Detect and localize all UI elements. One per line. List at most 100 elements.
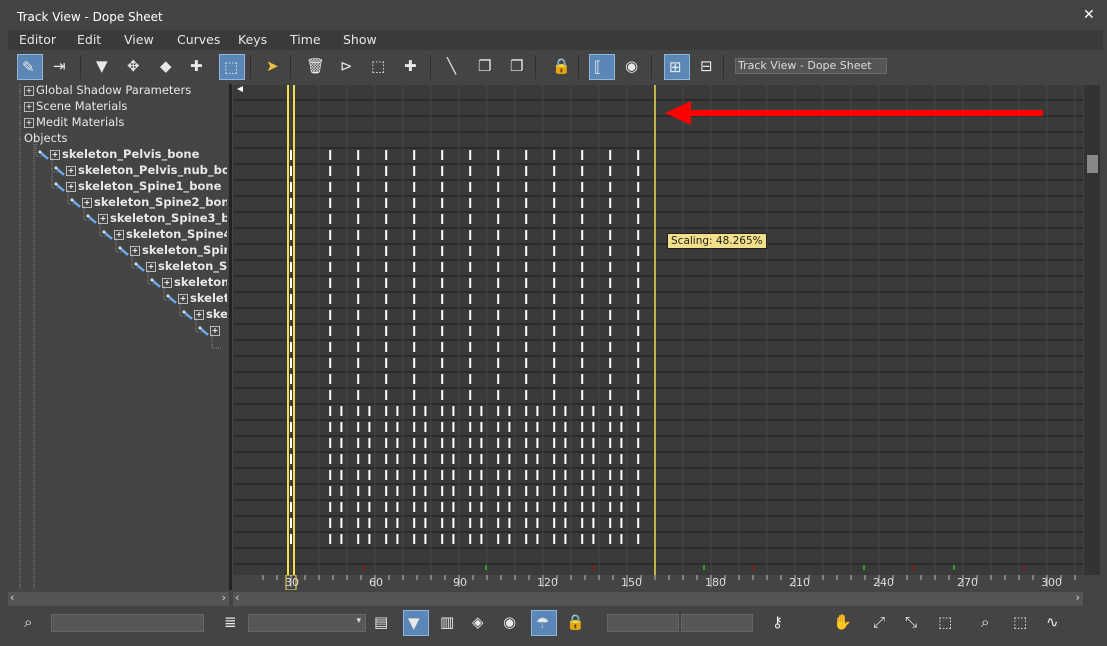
tree-item[interactable] xyxy=(214,340,227,356)
expand-icon[interactable]: + xyxy=(194,309,204,320)
tree-item[interactable]: + skeleton_Pelvis_bone xyxy=(38,148,227,164)
zoom-horizontal-icon[interactable]: ⤢ xyxy=(869,610,895,636)
tree-item[interactable]: + skelet xyxy=(166,292,227,308)
select-range-icon[interactable]: ⬚ xyxy=(219,54,245,80)
add-key-icon[interactable]: ✚ xyxy=(186,54,212,80)
pan-icon[interactable]: ✋ xyxy=(829,610,855,636)
key-mark xyxy=(385,182,388,192)
expand-icon[interactable]: + xyxy=(66,165,76,176)
expand-icon[interactable]: + xyxy=(24,101,34,112)
menu-show[interactable]: Show xyxy=(343,32,377,47)
tree-item[interactable]: + skeleton_Spin xyxy=(118,244,227,260)
frame-field[interactable] xyxy=(607,614,679,632)
close-button[interactable]: ✕ xyxy=(1083,7,1095,23)
key-filter-icon[interactable]: ▤ xyxy=(370,610,396,636)
show-keyable-icon[interactable]: ◉ xyxy=(621,54,647,80)
key-mark xyxy=(497,262,500,272)
tree-item[interactable]: + skeleton_S xyxy=(134,260,227,276)
key-icon[interactable]: ⚷ xyxy=(768,610,794,636)
tree-item[interactable]: + ske xyxy=(182,308,227,324)
zoom-icon[interactable]: ⌕ xyxy=(977,610,1003,636)
dope-sheet-area[interactable] xyxy=(233,85,1083,575)
scale-time-icon[interactable]: ⬚ xyxy=(367,54,393,80)
expand-icon[interactable]: + xyxy=(162,277,172,288)
tree-item[interactable]: + skeleton_Spine1_bone xyxy=(54,180,227,196)
tree-item[interactable]: + xyxy=(198,324,227,340)
insert-time-icon[interactable]: ✚ xyxy=(400,54,426,80)
name-filter-field[interactable] xyxy=(51,614,204,632)
trim-icon[interactable]: ⊳ xyxy=(336,54,362,80)
key-mark xyxy=(441,246,444,256)
menu-keys[interactable]: Keys xyxy=(238,32,267,47)
expand-icon[interactable]: + xyxy=(82,197,92,208)
tree-item[interactable]: + skeleton_Spine2_bone xyxy=(70,196,227,212)
key-mark xyxy=(385,374,388,384)
expand-icon[interactable]: + xyxy=(98,213,108,224)
scroll-right-icon[interactable]: › xyxy=(1076,591,1080,604)
expand-icon[interactable]: + xyxy=(210,325,220,336)
select-pointer-icon[interactable]: ➤ xyxy=(262,54,288,80)
tree-item[interactable]: + skeleton xyxy=(150,276,227,292)
hierarchy-icon[interactable]: ⊞ xyxy=(664,54,690,80)
menu-editor[interactable]: Editor xyxy=(19,32,56,47)
menu-time[interactable]: Time xyxy=(290,32,321,47)
film-icon[interactable]: ▥ xyxy=(436,610,462,636)
lock-icon[interactable]: 🔒 xyxy=(562,610,588,636)
vertical-scroll-thumb[interactable] xyxy=(1087,155,1098,173)
snap-frames-icon[interactable]: ⟦ xyxy=(589,54,615,80)
expand-icon[interactable]: + xyxy=(66,181,76,192)
curve-icon[interactable]: ∿ xyxy=(1042,610,1068,636)
filter-dropdown[interactable]: ▾ xyxy=(248,614,366,632)
key-mark xyxy=(497,310,500,320)
lock-icon[interactable]: ☂ xyxy=(531,610,557,636)
key-mark xyxy=(441,166,444,176)
tree-item[interactable]: + skeleton_Spine3_bo xyxy=(86,212,227,228)
dope-horizontal-scrollbar[interactable]: ‹ › xyxy=(233,591,1083,606)
filter-list-icon[interactable]: ≣ xyxy=(220,610,246,636)
copy-keys-icon[interactable]: ▼ xyxy=(403,610,429,636)
key-mark xyxy=(385,502,388,512)
expand-icon[interactable]: + xyxy=(146,261,156,272)
layers-icon[interactable]: ◈ xyxy=(468,610,494,636)
tree-item[interactable]: + Medit Materials xyxy=(24,116,227,132)
scroll-right-icon[interactable]: › xyxy=(222,591,226,604)
menu-edit[interactable]: Edit xyxy=(77,32,101,47)
expand-icon[interactable]: + xyxy=(24,117,34,128)
expand-icon[interactable]: + xyxy=(24,85,34,96)
menu-curves[interactable]: Curves xyxy=(177,32,220,47)
track-view-name-field[interactable]: Track View - Dope Sheet xyxy=(735,58,887,74)
expand-icon[interactable]: + xyxy=(130,245,140,256)
tree-item[interactable]: + skeleton_Pelvis_nub_bon xyxy=(54,164,227,180)
tree-horizontal-scrollbar[interactable]: ‹ › xyxy=(8,591,229,606)
key-mark xyxy=(357,518,360,528)
show-keyable-icon[interactable]: ◉ xyxy=(499,610,525,636)
filter-icon[interactable]: ▼ xyxy=(92,54,118,80)
move-keys-icon[interactable]: ✥ xyxy=(123,54,149,80)
copy-icon[interactable]: ❐ xyxy=(474,54,500,80)
zoom-region-icon[interactable]: ⬚ xyxy=(1009,610,1035,636)
time-ruler[interactable] xyxy=(233,574,1083,591)
break-tangent-icon[interactable]: ╲ xyxy=(443,54,469,80)
lock-selection-icon[interactable]: 🔒 xyxy=(548,54,574,80)
layout-icon[interactable]: ⊟ xyxy=(696,54,722,80)
zoom-icon[interactable]: ⌕ xyxy=(20,610,46,636)
scroll-left-icon[interactable]: ‹ xyxy=(10,591,14,604)
paste-icon[interactable]: ❐ xyxy=(506,54,532,80)
slide-keys-icon[interactable]: ⇥ xyxy=(49,54,75,80)
tree-item[interactable]: + Scene Materials xyxy=(24,100,227,116)
expand-icon[interactable]: + xyxy=(50,149,60,160)
delete-key-icon[interactable]: 🗑 xyxy=(302,54,328,80)
scroll-left-icon[interactable]: ‹ xyxy=(235,591,239,604)
tree-item[interactable]: + skeleton_Spine4_ xyxy=(102,228,227,244)
expand-icon[interactable]: + xyxy=(114,229,124,240)
slide-key-icon[interactable]: ◆ xyxy=(156,54,182,80)
menu-view[interactable]: View xyxy=(124,32,154,47)
tree-item[interactable]: + Global Shadow Parameters xyxy=(24,84,227,100)
zoom-value-icon[interactable]: ⤡ xyxy=(901,610,927,636)
tree-item[interactable]: Objects xyxy=(24,132,227,148)
dope-sheet-keys[interactable] xyxy=(233,85,1083,575)
frame-icon[interactable]: ⬚ xyxy=(934,610,960,636)
filter-curve-icon[interactable]: ✎ xyxy=(17,54,43,80)
value-field[interactable] xyxy=(681,614,753,632)
expand-icon[interactable]: + xyxy=(178,293,188,304)
